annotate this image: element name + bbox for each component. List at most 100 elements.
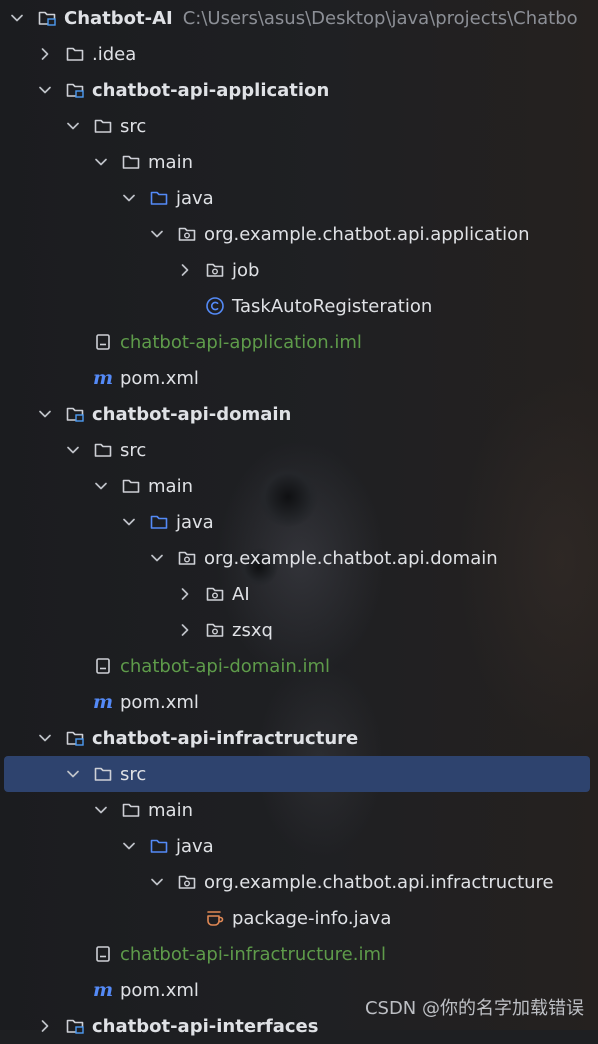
chevron-down-icon[interactable] (148, 873, 166, 891)
chevron-down-icon[interactable] (36, 729, 54, 747)
package-icon (176, 871, 198, 893)
package-icon (176, 547, 198, 569)
tree-row-content: java (0, 835, 214, 857)
tree-item-label: pom.xml (120, 367, 199, 389)
tree-row-content: Chatbot-AI C:\Users\asus\Desktop\java\pro… (0, 7, 578, 29)
package-icon (176, 223, 198, 245)
tree-row-content: AI (0, 583, 250, 605)
tree-item-label: chatbot-api-interfaces (92, 1015, 319, 1037)
tree-row-content: java (0, 187, 214, 209)
chevron-down-icon[interactable] (64, 117, 82, 135)
chevron-down-icon[interactable] (64, 441, 82, 459)
maven-icon: m (92, 367, 114, 389)
tree-row-23[interactable]: java (0, 828, 598, 864)
tree-item-label: main (148, 151, 193, 173)
chevron-right-icon[interactable] (176, 585, 194, 603)
tree-row-19[interactable]: m pom.xml (0, 684, 598, 720)
tree-row-20[interactable]: chatbot-api-infractructure (0, 720, 598, 756)
tree-row-5[interactable]: java (0, 180, 598, 216)
tree-item-label: pom.xml (120, 979, 199, 1001)
tree-row-16[interactable]: AI (0, 576, 598, 612)
tree-row-14[interactable]: java (0, 504, 598, 540)
chevron-down-icon[interactable] (148, 549, 166, 567)
chevron-down-icon[interactable] (92, 153, 110, 171)
tree-row-25[interactable]: package-info.java (0, 900, 598, 936)
tree-item-label: org.example.chatbot.api.application (204, 223, 530, 245)
tree-row-21[interactable]: src (0, 756, 598, 792)
tree-row-6[interactable]: org.example.chatbot.api.application (0, 216, 598, 252)
tree-item-label: java (176, 187, 214, 209)
chevron-right-icon[interactable] (176, 261, 194, 279)
chevron-down-icon[interactable] (36, 81, 54, 99)
tree-item-label: zsxq (232, 619, 273, 641)
tree-row-7[interactable]: job (0, 252, 598, 288)
tree-row-content: org.example.chatbot.api.infractructure (0, 871, 554, 893)
class-icon (204, 295, 226, 317)
tree-row-8[interactable]: TaskAutoRegisteration (0, 288, 598, 324)
chevron-right-icon[interactable] (36, 1017, 54, 1035)
chevron-down-icon[interactable] (120, 189, 138, 207)
chevron-down-icon[interactable] (8, 9, 26, 27)
tree-item-label: TaskAutoRegisteration (232, 295, 433, 317)
chevron-down-icon[interactable] (36, 405, 54, 423)
chevron-down-icon[interactable] (92, 801, 110, 819)
tree-row-2[interactable]: chatbot-api-application (0, 72, 598, 108)
tree-row-24[interactable]: org.example.chatbot.api.infractructure (0, 864, 598, 900)
folder-icon (92, 763, 114, 785)
tree-row-10[interactable]: m pom.xml (0, 360, 598, 396)
chevron-down-icon[interactable] (120, 837, 138, 855)
chevron-down-icon[interactable] (120, 513, 138, 531)
iml-file-icon (92, 655, 114, 677)
source-folder-icon (148, 187, 170, 209)
folder-icon (120, 151, 142, 173)
tree-row-12[interactable]: src (0, 432, 598, 468)
folder-icon (120, 475, 142, 497)
tree-row-0[interactable]: Chatbot-AI C:\Users\asus\Desktop\java\pro… (0, 0, 598, 36)
tree-row-26[interactable]: chatbot-api-infractructure.iml (0, 936, 598, 972)
tree-row-content: java (0, 511, 214, 533)
tree-row-content: m pom.xml (0, 367, 199, 389)
tree-row-13[interactable]: main (0, 468, 598, 504)
tree-item-label: chatbot-api-infractructure.iml (120, 943, 386, 965)
tree-item-label: org.example.chatbot.api.domain (204, 547, 498, 569)
tree-item-label: job (232, 259, 260, 281)
chevron-right-icon[interactable] (36, 45, 54, 63)
chevron-down-icon[interactable] (92, 477, 110, 495)
chevron-down-icon[interactable] (64, 765, 82, 783)
tree-item-label: .idea (92, 43, 137, 65)
module-folder-icon (64, 727, 86, 749)
tree-row-4[interactable]: main (0, 144, 598, 180)
tree-row-3[interactable]: src (0, 108, 598, 144)
chevron-right-icon[interactable] (176, 621, 194, 639)
maven-icon: m (92, 979, 114, 1001)
tree-row-1[interactable]: .idea (0, 36, 598, 72)
tree-item-label: main (148, 799, 193, 821)
tree-row-content: main (0, 799, 193, 821)
tree-row-11[interactable]: chatbot-api-domain (0, 396, 598, 432)
tree-row-17[interactable]: zsxq (0, 612, 598, 648)
folder-icon (64, 43, 86, 65)
chevron-down-icon[interactable] (148, 225, 166, 243)
package-icon (204, 259, 226, 281)
folder-icon (92, 115, 114, 137)
tree-row-content: chatbot-api-interfaces (0, 1015, 318, 1037)
tree-row-content: src (0, 763, 146, 785)
tree-item-label: chatbot-api-domain (92, 403, 292, 425)
tree-row-content: main (0, 475, 193, 497)
tree-item-label: org.example.chatbot.api.infractructure (204, 871, 554, 893)
tree-row-content: chatbot-api-domain.iml (0, 655, 330, 677)
folder-icon (92, 439, 114, 461)
tree-item-label: package-info.java (232, 907, 392, 929)
tree-row-22[interactable]: main (0, 792, 598, 828)
tree-row-15[interactable]: org.example.chatbot.api.domain (0, 540, 598, 576)
tree-row-18[interactable]: chatbot-api-domain.iml (0, 648, 598, 684)
iml-file-icon (92, 331, 114, 353)
tree-row-content: zsxq (0, 619, 273, 641)
tree-row-content: src (0, 115, 146, 137)
tree-row-9[interactable]: chatbot-api-application.iml (0, 324, 598, 360)
module-folder-icon (36, 7, 58, 29)
module-folder-icon (64, 79, 86, 101)
